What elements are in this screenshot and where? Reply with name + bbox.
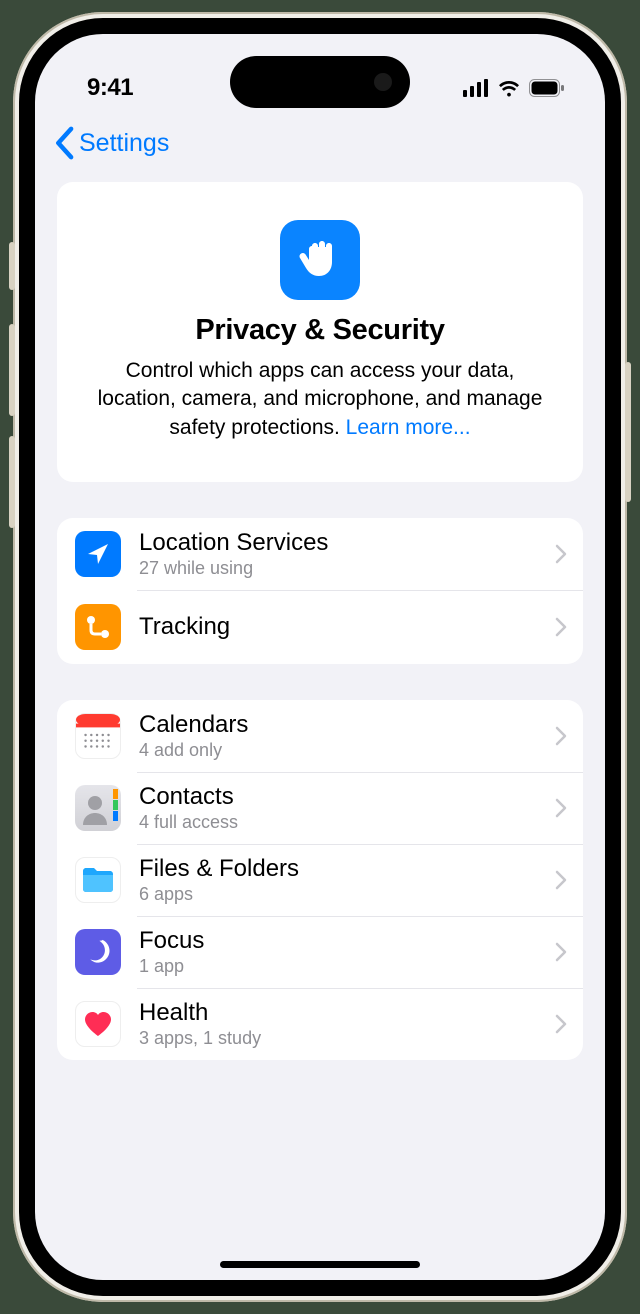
page-title: Privacy & Security bbox=[85, 314, 555, 347]
row-title: Tracking bbox=[139, 613, 555, 642]
physical-button bbox=[625, 362, 631, 502]
calendar-icon bbox=[75, 713, 121, 759]
status-icons bbox=[463, 79, 565, 97]
heart-icon bbox=[75, 1001, 121, 1047]
row-subtitle: 4 add only bbox=[139, 740, 555, 761]
row-subtitle: 3 apps, 1 study bbox=[139, 1028, 555, 1049]
settings-group-location: Location Services 27 while using Trackin… bbox=[57, 518, 583, 664]
row-subtitle: 27 while using bbox=[139, 558, 555, 579]
nav-bar: Settings bbox=[35, 114, 605, 182]
folder-icon bbox=[75, 857, 121, 903]
row-health[interactable]: Health 3 apps, 1 study bbox=[57, 988, 583, 1060]
row-files-folders[interactable]: Files & Folders 6 apps bbox=[57, 844, 583, 916]
chevron-right-icon bbox=[555, 870, 567, 890]
tracking-icon bbox=[75, 604, 121, 650]
row-title: Contacts bbox=[139, 783, 555, 812]
chevron-right-icon bbox=[555, 617, 567, 637]
back-chevron-icon[interactable] bbox=[53, 126, 75, 160]
physical-button bbox=[9, 324, 15, 416]
row-title: Files & Folders bbox=[139, 855, 555, 884]
row-title: Location Services bbox=[139, 529, 555, 558]
settings-group-apps: Calendars 4 add only Contacts 4 full acc… bbox=[57, 700, 583, 1060]
row-title: Focus bbox=[139, 927, 555, 956]
row-focus[interactable]: Focus 1 app bbox=[57, 916, 583, 988]
screen: 9:41 Settings Privacy & Security bbox=[35, 34, 605, 1280]
row-contacts[interactable]: Contacts 4 full access bbox=[57, 772, 583, 844]
content: Privacy & Security Control which apps ca… bbox=[35, 182, 605, 1060]
chevron-right-icon bbox=[555, 942, 567, 962]
row-location-services[interactable]: Location Services 27 while using bbox=[57, 518, 583, 590]
physical-button bbox=[9, 242, 15, 290]
row-subtitle: 4 full access bbox=[139, 812, 555, 833]
physical-button bbox=[9, 436, 15, 528]
row-title: Calendars bbox=[139, 711, 555, 740]
wifi-icon bbox=[497, 79, 521, 97]
cellular-icon bbox=[463, 79, 489, 97]
row-tracking[interactable]: Tracking bbox=[57, 590, 583, 664]
chevron-right-icon bbox=[555, 798, 567, 818]
status-time: 9:41 bbox=[87, 74, 133, 102]
dynamic-island bbox=[230, 56, 410, 108]
page-description: Control which apps can access your data,… bbox=[85, 357, 555, 442]
moon-icon bbox=[75, 929, 121, 975]
device-frame: 9:41 Settings Privacy & Security bbox=[13, 12, 627, 1302]
contacts-icon bbox=[75, 785, 121, 831]
battery-icon bbox=[529, 79, 565, 97]
header-card: Privacy & Security Control which apps ca… bbox=[57, 182, 583, 482]
privacy-hand-icon bbox=[280, 220, 360, 300]
row-subtitle: 1 app bbox=[139, 956, 555, 977]
row-title: Health bbox=[139, 999, 555, 1028]
learn-more-link[interactable]: Learn more... bbox=[346, 416, 471, 439]
chevron-right-icon bbox=[555, 1014, 567, 1034]
row-calendars[interactable]: Calendars 4 add only bbox=[57, 700, 583, 772]
chevron-right-icon bbox=[555, 726, 567, 746]
home-indicator[interactable] bbox=[220, 1261, 420, 1268]
nav-back-label[interactable]: Settings bbox=[79, 129, 169, 158]
device-bezel: 9:41 Settings Privacy & Security bbox=[19, 18, 621, 1296]
location-arrow-icon bbox=[75, 531, 121, 577]
page-description-text: Control which apps can access your data,… bbox=[98, 359, 543, 439]
chevron-right-icon bbox=[555, 544, 567, 564]
row-subtitle: 6 apps bbox=[139, 884, 555, 905]
